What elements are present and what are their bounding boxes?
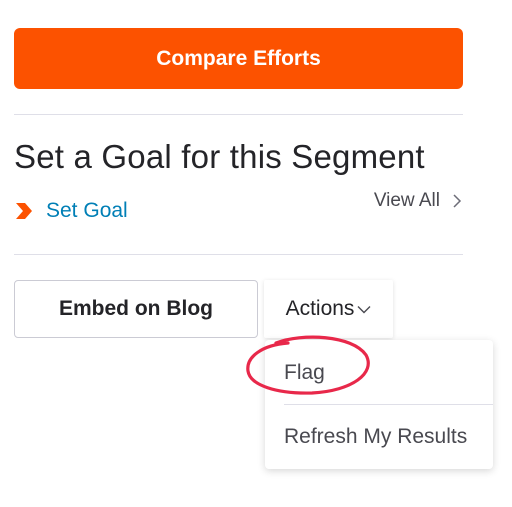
segment-page: Compare Efforts Set a Goal for this Segm… (0, 0, 512, 507)
chevron-right-icon (453, 194, 462, 208)
menu-item-refresh-my-results[interactable]: Refresh My Results (284, 425, 467, 449)
set-goal-link[interactable]: Set Goal (14, 199, 128, 223)
set-goal-label: Set Goal (46, 199, 128, 222)
menu-item-flag[interactable]: Flag (284, 361, 325, 385)
embed-on-blog-label: Embed on Blog (59, 297, 213, 320)
orange-chevron-icon (16, 203, 32, 219)
embed-on-blog-button[interactable]: Embed on Blog (14, 280, 258, 338)
goal-heading: Set a Goal for this Segment (14, 138, 425, 175)
divider (14, 114, 463, 115)
compare-efforts-label: Compare Efforts (156, 46, 321, 70)
view-all-link[interactable]: View All (374, 190, 462, 212)
compare-efforts-button[interactable]: Compare Efforts (14, 28, 463, 89)
actions-dropdown-button[interactable]: Actions (264, 280, 393, 338)
actions-label: Actions (285, 297, 355, 320)
divider (14, 254, 463, 255)
menu-separator (284, 404, 493, 405)
view-all-label: View All (373, 190, 440, 211)
chevron-down-icon (357, 305, 371, 313)
actions-menu: Flag Refresh My Results (265, 340, 493, 469)
